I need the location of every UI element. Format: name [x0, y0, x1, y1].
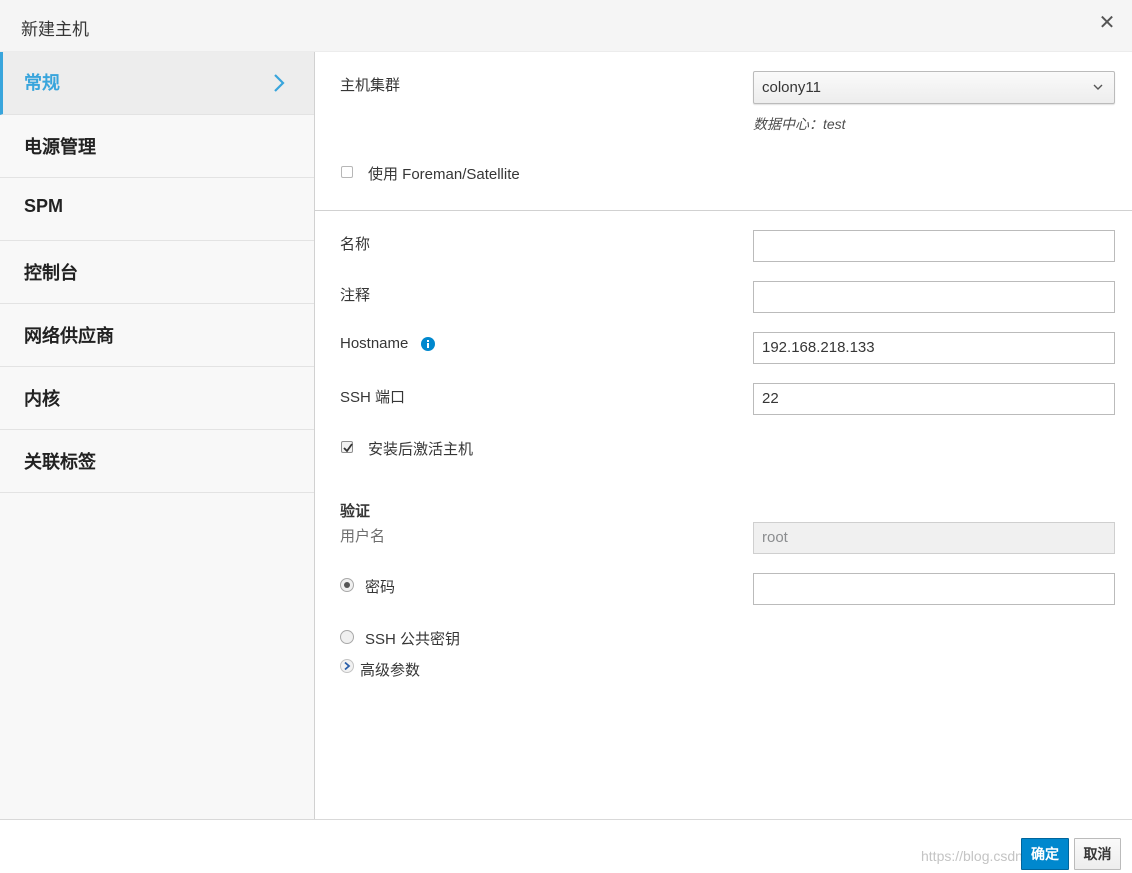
ssh-port-label: SSH 端口 [340, 389, 406, 406]
sidebar-item-network-provider[interactable]: 网络供应商 [0, 304, 314, 367]
hostname-label: Hostname [340, 335, 409, 352]
sidebar-item-label: 网络供应商 [24, 326, 114, 346]
sidebar-item-label: 关联标签 [24, 452, 96, 472]
sidebar-item-label: SPM [24, 196, 64, 216]
sidebar-item-label: 常规 [24, 73, 60, 93]
chevron-right-icon [274, 74, 285, 92]
checkmark-icon [343, 443, 353, 453]
hostname-field[interactable]: 192.168.218.133 [753, 332, 1115, 364]
sidebar-item-kernel[interactable]: 内核 [0, 367, 314, 430]
comment-label: 注释 [340, 287, 371, 304]
sidebar-item-affinity-labels[interactable]: 关联标签 [0, 430, 314, 493]
sidebar-item-general[interactable]: 常规 [0, 52, 314, 115]
ssh-key-radio[interactable] [340, 630, 354, 644]
activate-checkbox[interactable] [341, 441, 353, 453]
dialog-header: 新建主机 ✕ [0, 0, 1132, 52]
cluster-select[interactable]: colony11 [753, 71, 1115, 104]
name-field[interactable] [753, 230, 1115, 262]
sidebar-item-label: 内核 [24, 389, 60, 409]
advanced-params-toggle[interactable]: 高级参数 [360, 659, 420, 680]
sidebar: 常规 电源管理 SPM 控制台 网络供应商 内核 关联标签 [0, 52, 315, 819]
expand-arrow-icon[interactable] [340, 659, 354, 673]
foreman-label: 使用 Foreman/Satellite [368, 166, 520, 183]
password-label: 密码 [365, 579, 396, 596]
password-radio[interactable] [340, 578, 354, 592]
name-label: 名称 [340, 236, 371, 253]
ssh-port-field[interactable]: 22 [753, 383, 1115, 415]
sidebar-item-label: 电源管理 [24, 137, 96, 157]
dialog-title: 新建主机 [21, 20, 89, 39]
sidebar-item-label: 控制台 [24, 263, 78, 283]
username-field: root [753, 522, 1115, 554]
sidebar-item-power-management[interactable]: 电源管理 [0, 115, 314, 178]
cluster-label: 主机集群 [340, 77, 401, 94]
auth-heading: 验证 [340, 503, 371, 520]
sidebar-item-console[interactable]: 控制台 [0, 241, 314, 304]
sidebar-item-spm[interactable]: SPM [0, 178, 314, 241]
form-panel: 主机集群 colony11 数据中心：test 使用 Foreman/Satel… [315, 52, 1132, 819]
caret-down-icon [1093, 84, 1103, 90]
comment-field[interactable] [753, 281, 1115, 313]
username-label: 用户名 [340, 528, 386, 545]
dialog-footer: https://blog.csdn.net/... 确定 取消 [0, 819, 1132, 873]
password-field[interactable] [753, 573, 1115, 605]
ssh-key-label: SSH 公共密钥 [365, 631, 461, 648]
cancel-button[interactable]: 取消 [1074, 838, 1121, 870]
section-divider [315, 210, 1132, 211]
ok-button[interactable]: 确定 [1021, 838, 1069, 870]
foreman-checkbox[interactable] [341, 166, 353, 178]
activate-label: 安装后激活主机 [368, 441, 474, 458]
close-icon[interactable]: ✕ [1096, 10, 1118, 36]
cluster-select-value: colony11 [762, 79, 821, 96]
info-icon[interactable] [421, 337, 435, 351]
datacenter-text: 数据中心：test [753, 116, 846, 132]
